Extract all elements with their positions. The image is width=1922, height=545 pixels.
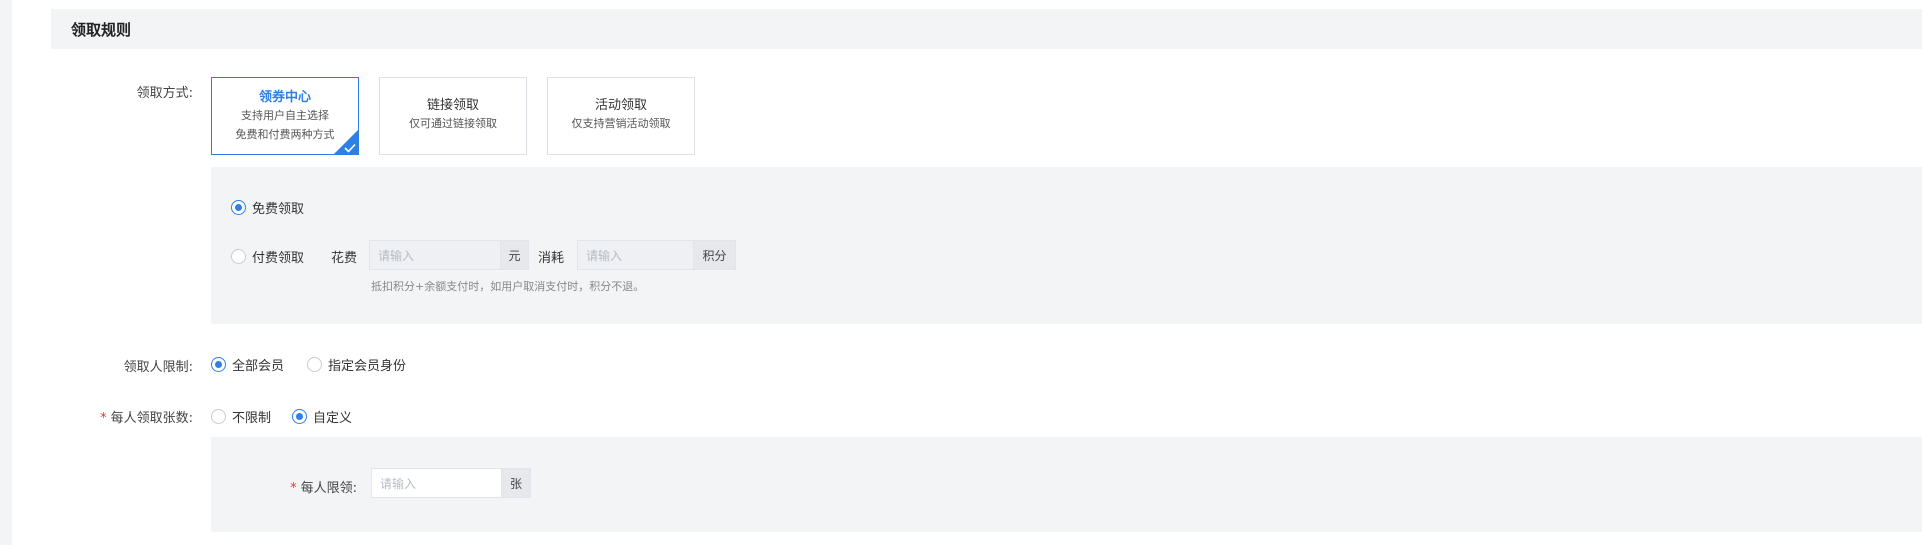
limit-label: * 每人限领: [157, 477, 357, 496]
section-title: 领取规则 [71, 21, 132, 39]
points-label: 消耗 [538, 251, 565, 266]
claim-card-activity[interactable]: 活动领取 仅支持营销活动领取 [547, 77, 695, 155]
section-header: 领取规则 [51, 9, 1922, 49]
radio-dot [292, 409, 307, 424]
cost-unit: 元 [501, 240, 529, 270]
cost-label: 花费 [331, 251, 358, 266]
cost-input[interactable]: 请输入 [369, 240, 501, 270]
points-input[interactable]: 请输入 [577, 240, 694, 270]
radio-dot [307, 357, 322, 372]
required-mark: * [100, 411, 107, 426]
limit-label-text: 每人限领: [300, 481, 357, 496]
radio-specific-members[interactable]: 指定会员身份 [307, 355, 406, 374]
radio-label: 免费领取 [252, 202, 305, 217]
radio-label: 不限制 [232, 411, 272, 426]
card-title: 活动领取 [594, 98, 647, 113]
radio-custom[interactable]: 自定义 [292, 407, 352, 426]
recipient-limit-label: 领取人限制: [123, 360, 193, 375]
radio-free-claim[interactable]: 免费领取 [231, 198, 304, 217]
points-refund-hint: 抵扣积分+余额支付时，如用户取消支付时，积分不退。 [371, 280, 645, 293]
required-mark: * [290, 481, 297, 496]
points-unit: 积分 [694, 240, 736, 270]
radio-label: 全部会员 [232, 359, 285, 374]
claim-card-link[interactable]: 链接领取 仅可通过链接领取 [379, 77, 527, 155]
radio-dot [211, 357, 226, 372]
cost-input-group: 请输入 元 [369, 240, 529, 270]
per-person-limit-panel: * 每人限领: 请输入 张 [211, 437, 1922, 532]
radio-dot [231, 249, 246, 264]
per-person-label: * 每人领取张数: [0, 407, 193, 426]
card-desc: 仅可通过链接领取 [409, 117, 497, 130]
checkmark-icon [344, 143, 356, 153]
radio-paid-claim[interactable]: 付费领取 [231, 247, 304, 266]
card-title: 领券中心 [258, 90, 311, 105]
radio-dot [231, 200, 246, 215]
limit-input[interactable]: 请输入 [371, 468, 502, 498]
card-title: 链接领取 [426, 98, 479, 113]
points-input-group: 请输入 积分 [577, 240, 736, 270]
radio-label: 自定义 [313, 411, 353, 426]
radio-all-members[interactable]: 全部会员 [211, 355, 284, 374]
limit-input-group: 请输入 张 [371, 468, 531, 498]
card-desc: 支持用户自主选择 [241, 109, 329, 122]
card-desc: 仅支持营销活动领取 [571, 117, 671, 130]
per-person-label-text: 每人领取张数: [110, 411, 193, 426]
radio-dot [211, 409, 226, 424]
limit-unit: 张 [502, 468, 531, 498]
radio-label: 指定会员身份 [328, 359, 407, 374]
claim-method-label: 领取方式: [136, 86, 193, 101]
radio-label: 付费领取 [252, 251, 305, 266]
radio-unlimited[interactable]: 不限制 [211, 407, 271, 426]
claim-options-panel: 免费领取 付费领取 花费 请输入 元 消耗 请输入 积分 抵扣积分+余额支付时，… [211, 167, 1922, 324]
claim-card-coupon-center[interactable]: 领券中心 支持用户自主选择 免费和付费两种方式 [211, 77, 359, 155]
